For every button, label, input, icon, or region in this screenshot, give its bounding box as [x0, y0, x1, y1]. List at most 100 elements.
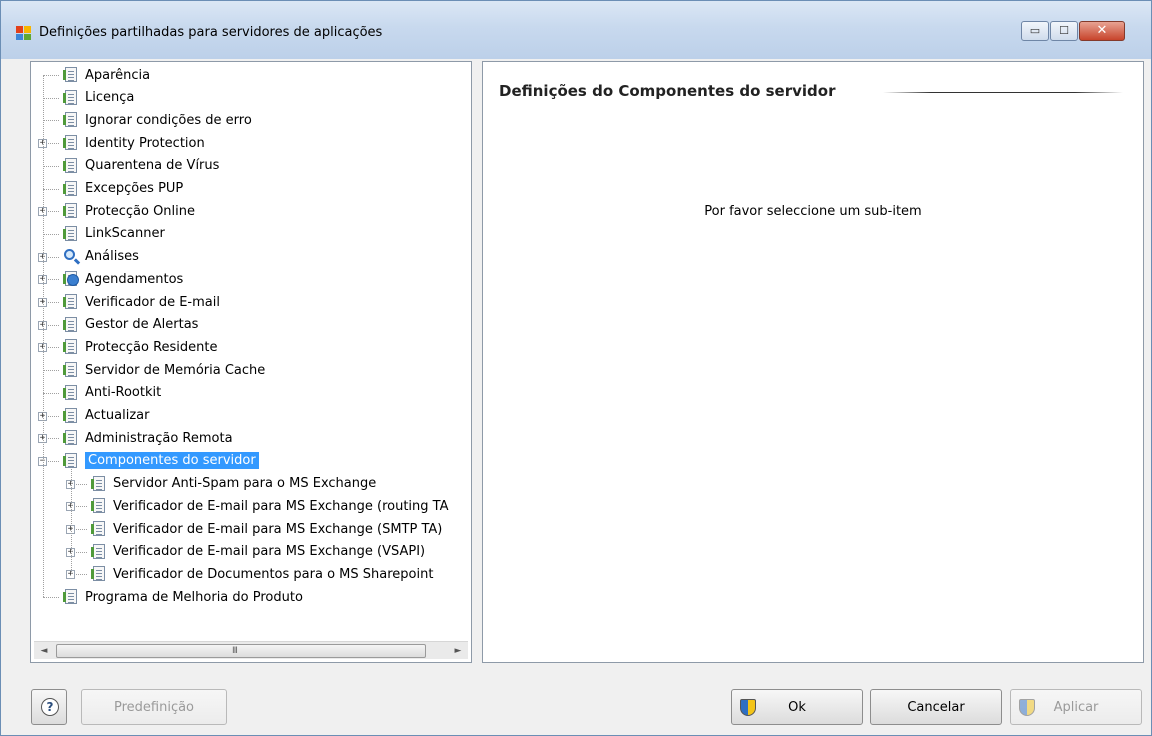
tree-item-label: Componentes do servidor	[85, 452, 259, 470]
tree-item-label: Quarentena de Vírus	[85, 158, 220, 174]
tree-item-label: Protecção Online	[85, 203, 195, 219]
tree-item-label: Anti-Rootkit	[85, 385, 162, 401]
tree-item-label: Verificador de E-mail para MS Exchange (…	[113, 521, 443, 537]
tree-item[interactable]: Ignorar condições de erro	[63, 110, 252, 130]
cancel-button[interactable]: Cancelar	[870, 689, 1002, 725]
close-button[interactable]: ✕	[1079, 21, 1125, 41]
tree-connector-line	[43, 165, 59, 167]
tree-item[interactable]: Excepções PUP	[63, 179, 183, 199]
tree-item[interactable]: Administração Remota	[63, 428, 233, 448]
window-title: Definições partilhadas para servidores d…	[39, 25, 383, 40]
doc-icon	[63, 112, 79, 128]
tree-item-label: Verificador de E-mail para MS Exchange (…	[113, 498, 449, 514]
doc-icon	[63, 225, 79, 242]
tree-item[interactable]: Protecção Residente	[63, 337, 217, 357]
ok-button[interactable]: Ok	[731, 689, 863, 725]
minimize-icon: ▭	[1029, 24, 1041, 37]
doc-icon	[63, 362, 79, 378]
scrollbar-grip-icon: III	[232, 646, 238, 656]
apply-button[interactable]: Aplicar	[1010, 689, 1142, 725]
tree-item-label: Aparência	[85, 67, 151, 83]
tree-item[interactable]: Verificador de E-mail	[63, 292, 220, 312]
tree-item[interactable]: Verificador de Documentos para o MS Shar…	[91, 564, 433, 584]
tree-connector-line	[43, 597, 59, 599]
doc-icon	[63, 135, 79, 151]
doc-icon	[91, 498, 107, 514]
tree-item-label: Gestor de Alertas	[85, 317, 199, 333]
tree-item[interactable]: Quarentena de Vírus	[63, 156, 219, 176]
tree-item[interactable]: Servidor Anti-Spam para o MS Exchange	[91, 474, 376, 494]
title-divider	[883, 92, 1123, 93]
default-button-label: Predefinição	[113, 700, 195, 715]
tree-connector-line	[43, 370, 59, 372]
doc-icon	[91, 521, 107, 537]
close-icon: ✕	[1096, 23, 1108, 38]
tree-item[interactable]: Licença	[63, 88, 134, 108]
tree-item[interactable]: Gestor de Alertas	[63, 315, 198, 335]
doc-icon	[63, 339, 79, 355]
doc-icon	[63, 430, 79, 446]
tree-item-label: Verificador de E-mail	[85, 294, 220, 310]
tree-item[interactable]: Agendamentos	[63, 269, 183, 289]
scrollbar-thumb[interactable]: III	[56, 644, 426, 658]
help-button[interactable]: ?	[31, 689, 67, 725]
ok-button-label: Ok	[788, 700, 806, 715]
tree-item-label: Licença	[85, 90, 135, 106]
tree-connector-line	[43, 392, 59, 394]
tree-item[interactable]: Servidor de Memória Cache	[63, 360, 265, 380]
tree-item[interactable]: Actualizar	[63, 406, 149, 426]
doc-icon	[63, 180, 79, 197]
doc-icon	[63, 294, 79, 310]
tree-item-label: Verificador de Documentos para o MS Shar…	[113, 566, 434, 582]
maximize-icon: ☐	[1059, 24, 1069, 37]
tree-item[interactable]: Verificador de E-mail para MS Exchange (…	[91, 496, 449, 516]
default-button[interactable]: Predefinição	[81, 689, 227, 725]
tree-item-label: Identity Protection	[85, 135, 205, 151]
search-icon	[63, 248, 79, 265]
settings-window: Definições partilhadas para servidores d…	[0, 0, 1152, 736]
tree-item-label: Protecção Residente	[85, 339, 218, 355]
tree-item[interactable]: Componentes do servidor	[63, 451, 259, 471]
tree-item[interactable]: Aparência	[63, 65, 150, 85]
tree-item-label: Administração Remota	[85, 430, 233, 446]
title-bar[interactable]: Definições partilhadas para servidores d…	[1, 1, 1151, 59]
tree-item[interactable]: Análises	[63, 247, 139, 267]
tree-item[interactable]: Programa de Melhoria do Produto	[63, 587, 303, 607]
tree-item[interactable]: Anti-Rootkit	[63, 383, 161, 403]
tree-item[interactable]: Verificador de E-mail para MS Exchange (…	[91, 519, 442, 539]
doc-icon	[63, 452, 79, 469]
tree-trunk-line	[43, 75, 44, 598]
horizontal-scrollbar[interactable]: ◄ III ►	[34, 641, 468, 659]
content-panel: Definições do Componentes do servidor Po…	[482, 61, 1144, 663]
doc-icon	[63, 203, 79, 219]
tree-item-label: LinkScanner	[85, 226, 165, 242]
schedule-icon	[63, 271, 79, 287]
tree-item-label: Servidor Anti-Spam para o MS Exchange	[113, 476, 377, 492]
tree-item-label: Servidor de Memória Cache	[85, 362, 266, 378]
doc-icon	[91, 566, 107, 582]
tree-item-label: Excepções PUP	[85, 181, 184, 196]
tree-item[interactable]: Identity Protection	[63, 133, 205, 153]
content-title: Definições do Componentes do servidor	[499, 82, 836, 100]
scroll-left-arrow-icon[interactable]: ◄	[37, 644, 51, 658]
doc-icon	[91, 543, 107, 560]
tree-item-label: Programa de Melhoria do Produto	[85, 589, 303, 605]
tree-connector-line	[43, 233, 59, 235]
tree-item[interactable]: LinkScanner	[63, 224, 165, 244]
doc-icon	[91, 475, 107, 492]
tree-item-label: Actualizar	[85, 408, 150, 423]
doc-icon	[63, 407, 79, 424]
tree-connector-line	[43, 188, 59, 190]
settings-tree[interactable]: Aparência Licença Ignorar condições de err…	[30, 61, 472, 663]
apply-button-label: Aplicar	[1053, 700, 1099, 715]
doc-icon	[63, 384, 79, 401]
tree-connector-line	[43, 97, 59, 99]
help-icon: ?	[41, 698, 59, 716]
tree-item[interactable]: Verificador de E-mail para MS Exchange (…	[91, 542, 425, 562]
maximize-button[interactable]: ☐	[1050, 21, 1078, 41]
scroll-right-arrow-icon[interactable]: ►	[451, 644, 465, 658]
tree-connector-line	[43, 75, 59, 76]
doc-icon	[63, 157, 79, 174]
tree-item[interactable]: Protecção Online	[63, 201, 195, 221]
minimize-button[interactable]: ▭	[1021, 21, 1049, 41]
